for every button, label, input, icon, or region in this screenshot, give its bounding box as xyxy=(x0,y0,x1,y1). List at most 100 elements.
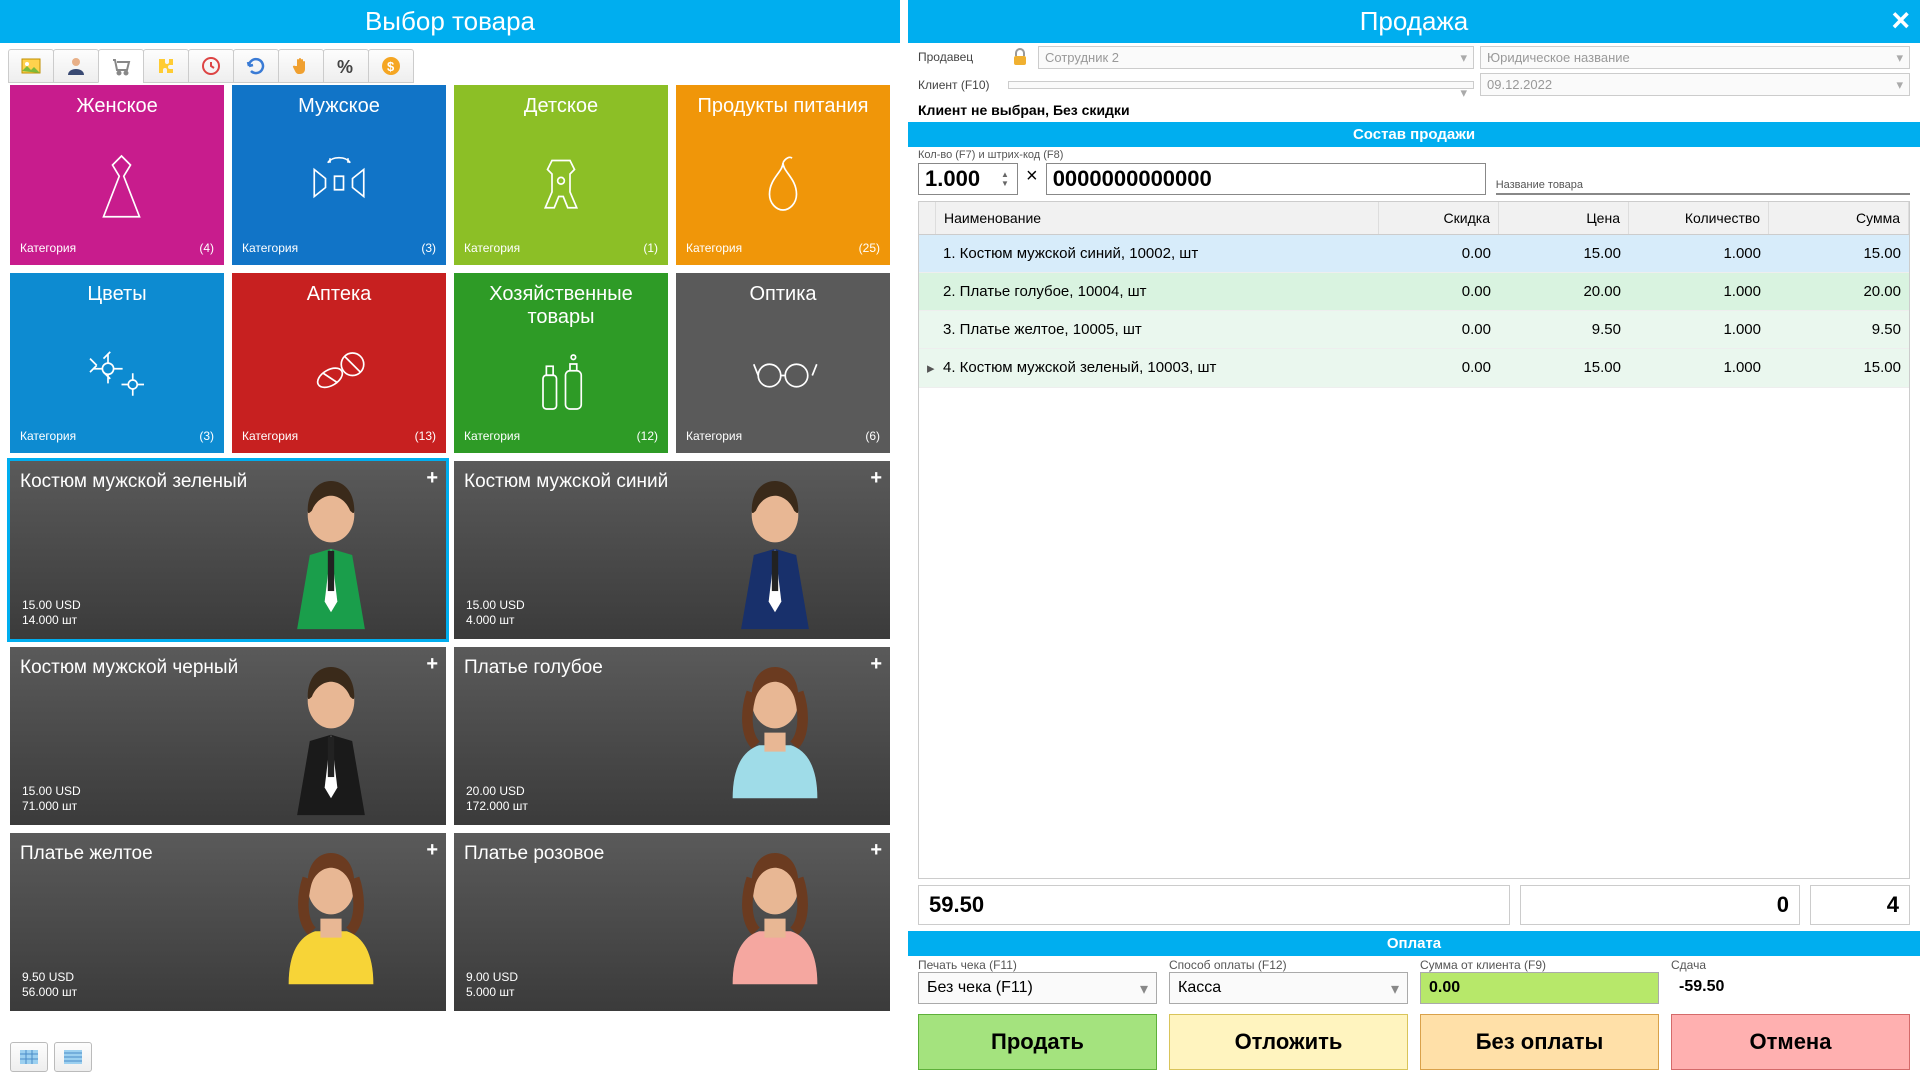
product-tile[interactable]: Платье голубое+20.00 USD172.000 шт xyxy=(454,647,890,825)
tb-coin-icon[interactable]: $ xyxy=(368,49,414,83)
sell-button[interactable]: Продать xyxy=(918,1014,1157,1070)
qty-input[interactable]: 1.000▲▼ xyxy=(918,163,1018,195)
toolbar: % $ xyxy=(0,43,900,85)
bowtie-icon xyxy=(242,124,436,241)
product-price: 9.50 USD xyxy=(22,970,77,986)
table-row[interactable]: 3. Платье желтое, 10005, шт0.009.501.000… xyxy=(919,311,1909,349)
method-combo[interactable]: Касса xyxy=(1169,972,1408,1004)
category-tile[interactable]: ОптикаКатегория(6) xyxy=(676,273,890,453)
cell-price: 20.00 xyxy=(1499,273,1629,310)
dress-icon xyxy=(20,124,214,241)
svg-text:%: % xyxy=(337,57,353,77)
cancel-button[interactable]: Отмена xyxy=(1671,1014,1910,1070)
category-label: Категория xyxy=(20,429,76,443)
category-title: Цветы xyxy=(20,283,214,306)
cell-name: 4. Костюм мужской зеленый, 10003, шт xyxy=(935,349,1379,387)
tb-user-icon[interactable] xyxy=(53,49,99,83)
table-row[interactable]: 1. Костюм мужской синий, 10002, шт0.0015… xyxy=(919,235,1909,273)
tb-clock-icon[interactable] xyxy=(188,49,234,83)
category-tile[interactable]: АптекаКатегория(13) xyxy=(232,273,446,453)
table-row[interactable]: 2. Платье голубое, 10004, шт0.0020.001.0… xyxy=(919,273,1909,311)
cell-name: 2. Платье голубое, 10004, шт xyxy=(935,273,1379,310)
product-price: 9.00 USD xyxy=(466,970,518,986)
cell-price: 9.50 xyxy=(1499,311,1629,348)
category-tile[interactable]: ДетскоеКатегория(1) xyxy=(454,85,668,265)
table-row[interactable]: ▸4. Костюм мужской зеленый, 10003, шт0.0… xyxy=(919,349,1909,388)
right-title: Продажа × xyxy=(908,0,1920,43)
category-tile[interactable]: ЦветыКатегория(3) xyxy=(10,273,224,453)
nopay-button[interactable]: Без оплаты xyxy=(1420,1014,1659,1070)
view-grid-icon[interactable] xyxy=(10,1042,48,1072)
product-tile[interactable]: Костюм мужской черный+15.00 USD71.000 шт xyxy=(10,647,446,825)
prodname-input[interactable] xyxy=(1496,193,1910,195)
plus-icon[interactable]: + xyxy=(870,467,882,490)
barcode-input[interactable]: 0000000000000 xyxy=(1046,163,1486,195)
lock-icon[interactable] xyxy=(1008,45,1032,69)
sale-grid: Наименование Скидка Цена Количество Сумм… xyxy=(918,201,1910,879)
category-tile[interactable]: Продукты питанияКатегория(25) xyxy=(676,85,890,265)
receipt-combo[interactable]: Без чека (F11) xyxy=(918,972,1157,1004)
cell-qty: 1.000 xyxy=(1629,349,1769,387)
cell-discount: 0.00 xyxy=(1379,311,1499,348)
category-tile[interactable]: ЖенскоеКатегория(4) xyxy=(10,85,224,265)
col-price[interactable]: Цена xyxy=(1499,202,1629,234)
plus-icon[interactable]: + xyxy=(426,839,438,862)
category-tile[interactable]: МужскоеКатегория(3) xyxy=(232,85,446,265)
left-title: Выбор товара xyxy=(0,0,900,43)
product-tile[interactable]: Костюм мужской синий+15.00 USD4.000 шт xyxy=(454,461,890,639)
spray-icon xyxy=(464,335,658,429)
category-title: Женское xyxy=(20,95,214,118)
tb-puzzle-icon[interactable] xyxy=(143,49,189,83)
product-price: 15.00 USD xyxy=(22,784,81,800)
category-count: (6) xyxy=(865,429,880,443)
cell-discount: 0.00 xyxy=(1379,235,1499,272)
date-combo[interactable]: 09.12.2022 xyxy=(1480,73,1910,96)
cell-qty: 1.000 xyxy=(1629,311,1769,348)
view-list-icon[interactable] xyxy=(54,1042,92,1072)
multiply-icon: × xyxy=(1026,165,1038,194)
product-stock: 172.000 шт xyxy=(466,799,528,815)
flower-icon xyxy=(20,312,214,429)
product-image xyxy=(246,650,416,825)
category-label: Категория xyxy=(686,429,742,443)
category-count: (13) xyxy=(415,429,436,443)
category-count: (4) xyxy=(199,241,214,255)
plus-icon[interactable]: + xyxy=(870,653,882,676)
product-tile[interactable]: Костюм мужской зеленый+15.00 USD14.000 ш… xyxy=(10,461,446,639)
cell-price: 15.00 xyxy=(1499,235,1629,272)
close-icon[interactable]: × xyxy=(1891,2,1910,39)
tb-hand-icon[interactable] xyxy=(278,49,324,83)
col-name[interactable]: Наименование xyxy=(936,202,1379,234)
amount-input[interactable]: 0.00 xyxy=(1420,972,1659,1004)
method-label: Способ оплаты (F12) xyxy=(1169,958,1408,972)
tb-undo-icon[interactable] xyxy=(233,49,279,83)
product-stock: 5.000 шт xyxy=(466,985,518,1001)
col-qty[interactable]: Количество xyxy=(1629,202,1769,234)
seller-label: Продавец xyxy=(918,50,1002,64)
hold-button[interactable]: Отложить xyxy=(1169,1014,1408,1070)
col-discount[interactable]: Скидка xyxy=(1379,202,1499,234)
category-label: Категория xyxy=(464,429,520,443)
baby-icon xyxy=(464,124,658,241)
plus-icon[interactable]: + xyxy=(426,467,438,490)
col-sum[interactable]: Сумма xyxy=(1769,202,1909,234)
tb-cart-icon[interactable] xyxy=(98,49,144,83)
cell-price: 15.00 xyxy=(1499,349,1629,387)
product-price: 15.00 USD xyxy=(466,598,525,614)
product-stock: 56.000 шт xyxy=(22,985,77,1001)
tb-picture-icon[interactable] xyxy=(8,49,54,83)
change-value: -59.50 xyxy=(1671,972,1910,1002)
client-combo[interactable] xyxy=(1008,81,1474,89)
product-tile[interactable]: Платье желтое+9.50 USD56.000 шт xyxy=(10,833,446,1011)
category-tile[interactable]: Хозяйственные товарыКатегория(12) xyxy=(454,273,668,453)
seller-combo[interactable]: Сотрудник 2 xyxy=(1038,46,1474,69)
tb-percent-icon[interactable]: % xyxy=(323,49,369,83)
plus-icon[interactable]: + xyxy=(870,839,882,862)
legal-combo[interactable]: Юридическое название xyxy=(1480,46,1910,69)
section-payment: Оплата xyxy=(908,931,1920,956)
plus-icon[interactable]: + xyxy=(426,653,438,676)
product-price: 15.00 USD xyxy=(22,598,81,614)
product-image xyxy=(690,650,860,825)
product-tile[interactable]: Платье розовое+9.00 USD5.000 шт xyxy=(454,833,890,1011)
product-image xyxy=(690,836,860,1011)
